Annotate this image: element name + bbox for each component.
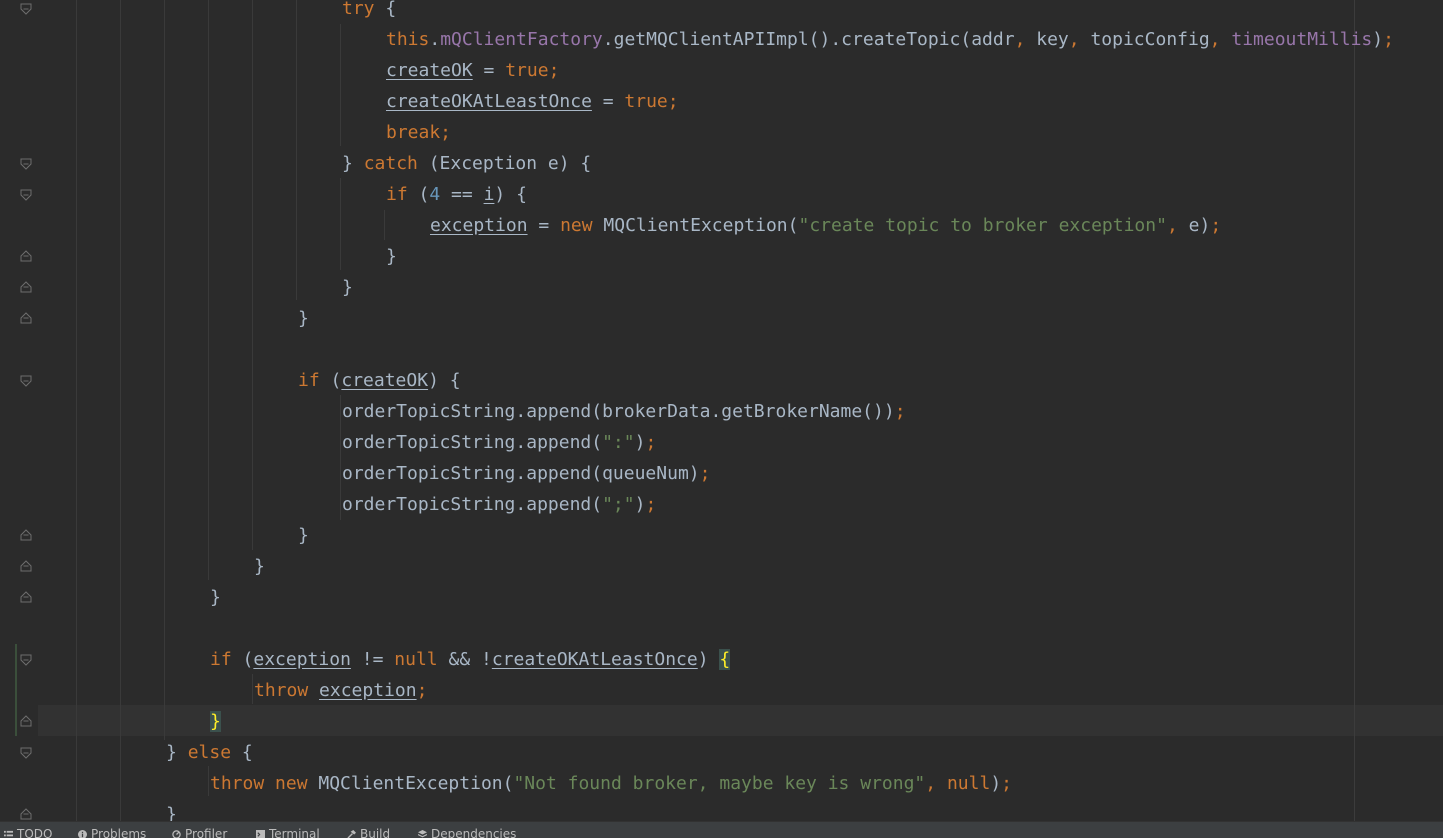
fold-open-icon[interactable] [20,375,32,387]
editor-gutter [0,0,38,821]
dependencies-tab[interactable]: Dependencies [418,827,516,838]
fold-open-icon[interactable] [20,747,32,759]
indent-guide [296,0,297,300]
indent-guide [340,178,341,270]
indent-guide [208,0,209,580]
right-margin-guide [1354,0,1355,821]
code-line: this.mQClientFactory.getMQClientAPIImpl(… [386,24,1394,55]
code-line: } catch (Exception e) { [342,148,591,179]
code-line: } [210,582,221,613]
indent-guide [164,0,165,740]
current-line-highlight [38,705,1443,736]
fold-close-icon[interactable] [20,312,32,324]
todo-label: TODO [17,827,52,838]
code-line: try { [342,0,396,24]
problems-label: Problems [91,827,146,838]
code-line: if (4 == i) { [386,179,527,210]
code-line: createOKAtLeastOnce = true; [386,86,679,117]
tool-window-bar: TODO Problems Profiler Terminal Build De… [0,821,1443,838]
code-line: orderTopicString.append(";"); [342,489,656,520]
code-line: } [386,241,397,272]
code-line: createOK = true; [386,55,559,86]
vcs-change-marker[interactable] [15,644,17,736]
problems-tab[interactable]: Problems [78,827,146,838]
profiler-tab[interactable]: Profiler [172,827,227,838]
build-label: Build [360,827,390,838]
code-line: } [166,799,177,821]
fold-close-icon[interactable] [20,715,32,727]
code-editor[interactable]: try {this.mQClientFactory.getMQClientAPI… [0,0,1443,821]
code-line: } [342,272,353,303]
indent-guide [76,0,77,821]
dependencies-label: Dependencies [431,827,516,838]
code-line: orderTopicString.append(brokerData.getBr… [342,396,906,427]
indent-guide [252,0,253,550]
code-line: } else { [166,737,253,768]
terminal-label: Terminal [269,827,320,838]
code-line: orderTopicString.append(":"); [342,427,656,458]
code-line: } [210,706,221,737]
code-line: if (createOK) { [298,365,461,396]
indent-guide [208,766,209,796]
fold-close-icon[interactable] [20,281,32,293]
indent-guide [252,674,253,704]
fold-open-icon[interactable] [20,3,32,15]
code-line: throw exception; [254,675,427,706]
build-tab[interactable]: Build [347,827,390,838]
fold-close-icon[interactable] [20,808,32,820]
indent-guide [340,24,341,146]
fold-open-icon[interactable] [20,654,32,666]
code-line: orderTopicString.append(queueNum); [342,458,710,489]
fold-open-icon[interactable] [20,158,32,170]
profiler-label: Profiler [185,827,227,838]
code-line: } [298,520,309,551]
todo-tab[interactable]: TODO [4,827,52,838]
terminal-tab[interactable]: Terminal [256,827,320,838]
code-line: if (exception != null && !createOKAtLeas… [210,644,730,675]
fold-close-icon[interactable] [20,591,32,603]
fold-close-icon[interactable] [20,560,32,572]
code-line: break; [386,117,451,148]
indent-guide [340,395,341,520]
fold-open-icon[interactable] [20,189,32,201]
fold-close-icon[interactable] [20,250,32,262]
code-line: } [254,551,265,582]
indent-guide [384,210,385,240]
code-line: } [298,303,309,334]
indent-guide [120,0,121,821]
fold-close-icon[interactable] [20,529,32,541]
code-line: throw new MQClientException("Not found b… [210,768,1012,799]
code-line: exception = new MQClientException("creat… [430,210,1221,241]
